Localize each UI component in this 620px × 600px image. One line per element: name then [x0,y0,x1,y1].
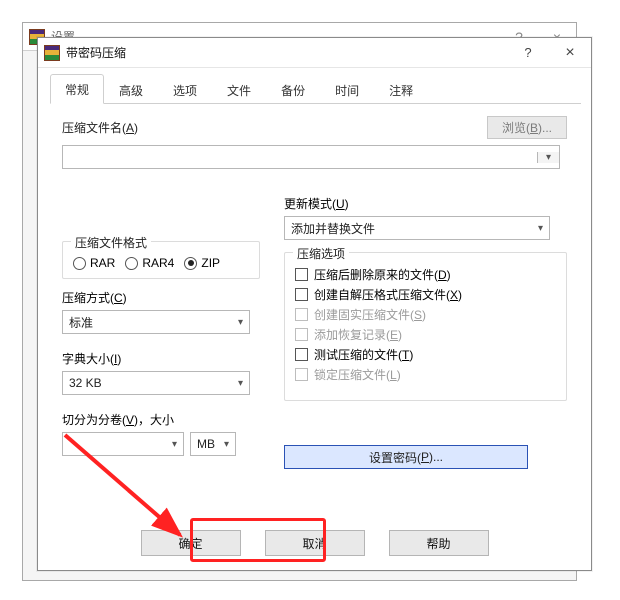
format-radio-rar[interactable]: RAR [73,256,115,270]
format-groupbox: 压缩文件格式 RARRAR4ZIP [62,241,260,279]
format-radio-rar4[interactable]: RAR4 [125,256,174,270]
annotation-ok-highlight [190,518,326,562]
split-unit-combo[interactable]: MB ▾ [190,432,236,456]
split-label: 切分为分卷(V)，大小 [62,411,260,428]
option-checkbox: 锁定压缩文件(L) [295,366,556,383]
checkbox-label: 创建固实压缩文件(S) [314,306,426,323]
tab-strip: 常规高级选项文件备份时间注释 [50,76,581,104]
checkbox-box-icon [295,328,308,341]
dialog-title: 带密码压缩 [66,44,126,61]
help-button[interactable]: 帮助 [389,530,489,556]
option-checkbox[interactable]: 压缩后删除原来的文件(D) [295,266,556,283]
chevron-down-icon: ▾ [538,223,543,234]
update-mode-label: 更新模式(U) [284,195,567,212]
titlebar-help-button[interactable]: ? [507,38,549,68]
checkbox-box-icon [295,268,308,281]
chevron-down-icon: ▾ [224,439,229,450]
update-mode-combo[interactable]: 添加并替换文件 ▾ [284,216,550,240]
checkbox-box-icon [295,368,308,381]
filename-label: 压缩文件名(A) [62,119,138,136]
checkbox-label: 添加恢复记录(E) [314,326,402,343]
update-mode-value: 添加并替换文件 [291,220,538,237]
tab-选项[interactable]: 选项 [158,75,212,104]
dictionary-label: 字典大小(I) [62,350,260,367]
checkbox-label: 测试压缩的文件(T) [314,346,413,363]
checkbox-box-icon [295,348,308,361]
split-size-combo[interactable]: ▾ [62,432,184,456]
chevron-down-icon[interactable]: ▾ [537,152,559,163]
chevron-down-icon: ▾ [172,439,177,450]
dictionary-size-value: 32 KB [69,376,238,390]
option-checkbox: 创建固实压缩文件(S) [295,306,556,323]
tab-常规[interactable]: 常规 [50,74,104,104]
radio-dot-icon [184,257,197,270]
radio-dot-icon [125,257,138,270]
tab-文件[interactable]: 文件 [212,75,266,104]
chevron-down-icon: ▾ [238,378,243,389]
checkbox-box-icon [295,288,308,301]
checkbox-label: 创建自解压格式压缩文件(X) [314,286,462,303]
options-groupbox: 压缩选项 压缩后删除原来的文件(D)创建自解压格式压缩文件(X)创建固实压缩文件… [284,252,567,401]
split-unit-value: MB [197,437,224,451]
compress-dialog: 带密码压缩 ? × 常规高级选项文件备份时间注释 压缩文件名(A) 浏览(B).… [37,37,592,571]
option-checkbox: 添加恢复记录(E) [295,326,556,343]
format-radio-zip[interactable]: ZIP [184,256,220,270]
set-password-button[interactable]: 设置密码(P)... [284,445,528,469]
option-checkbox[interactable]: 创建自解压格式压缩文件(X) [295,286,556,303]
checkbox-label: 锁定压缩文件(L) [314,366,401,383]
dictionary-size-combo[interactable]: 32 KB ▾ [62,371,250,395]
archive-filename-combo[interactable]: ▾ [62,145,560,169]
options-group-label: 压缩选项 [293,245,349,262]
checkbox-box-icon [295,308,308,321]
compression-method-value: 标准 [69,314,238,331]
tab-注释[interactable]: 注释 [374,75,428,104]
radio-label: RAR [90,256,115,270]
checkbox-label: 压缩后删除原来的文件(D) [314,266,451,283]
format-radios: RAR RAR4 ZIP [73,256,249,270]
titlebar-close-button[interactable]: × [549,38,591,68]
compression-method-combo[interactable]: 标准 ▾ [62,310,250,334]
app-icon [44,45,60,61]
radio-label: RAR4 [142,256,174,270]
tab-高级[interactable]: 高级 [104,75,158,104]
radio-dot-icon [73,257,86,270]
tab-时间[interactable]: 时间 [320,75,374,104]
tab-备份[interactable]: 备份 [266,75,320,104]
option-checkbox[interactable]: 测试压缩的文件(T) [295,346,556,363]
radio-label: ZIP [201,256,220,270]
browse-button[interactable]: 浏览(B)... [487,116,567,139]
format-group-label: 压缩文件格式 [71,234,151,251]
method-label: 压缩方式(C) [62,289,260,306]
chevron-down-icon: ▾ [238,317,243,328]
